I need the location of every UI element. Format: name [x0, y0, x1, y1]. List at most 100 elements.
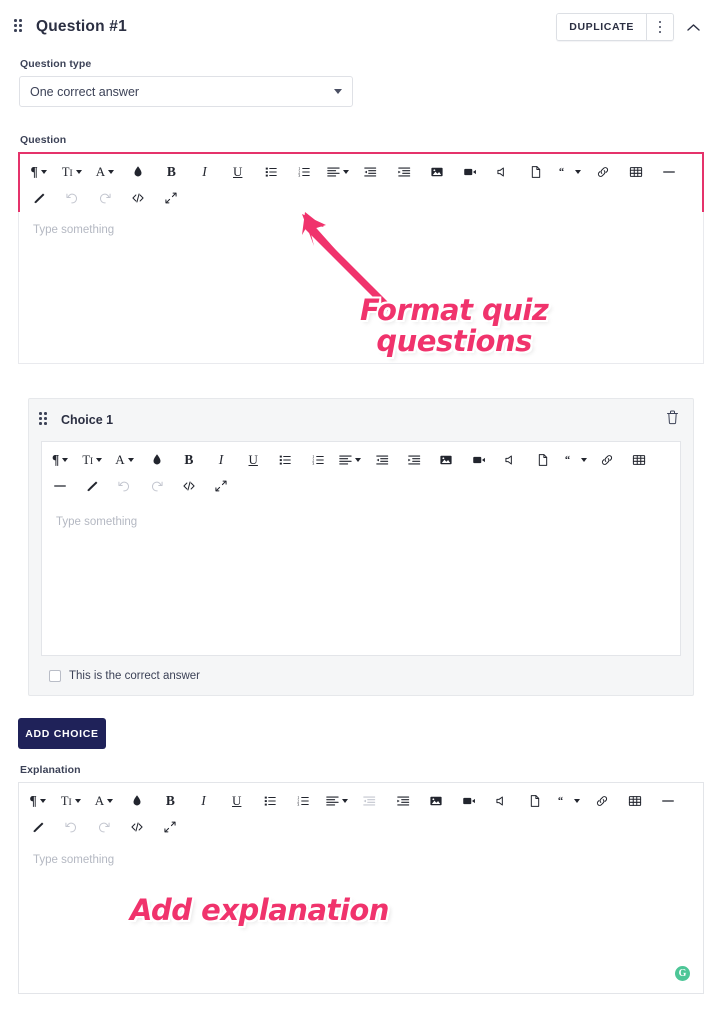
duplicate-button[interactable]: DUPLICATE [557, 14, 646, 40]
caret-icon [355, 458, 362, 462]
choice-drag-handle-icon[interactable] [39, 412, 49, 428]
insert-audio-icon[interactable] [486, 788, 519, 814]
insert-image-icon[interactable] [420, 159, 453, 185]
align-icon[interactable] [321, 159, 354, 185]
correct-answer-row: This is the correct answer [29, 656, 693, 682]
insert-audio-icon[interactable] [487, 159, 520, 185]
caret-icon [39, 799, 46, 803]
bold-icon[interactable]: B [173, 447, 205, 473]
insert-table-icon[interactable] [618, 788, 651, 814]
horizontal-rule-icon[interactable] [653, 159, 686, 185]
underline-icon[interactable]: U [220, 788, 253, 814]
undo-icon[interactable] [55, 185, 88, 211]
horizontal-rule-icon[interactable] [44, 473, 76, 499]
more-options-icon[interactable] [647, 14, 673, 40]
fullscreen-icon[interactable] [154, 814, 187, 840]
text-size-icon[interactable]: TI [76, 447, 108, 473]
choice-title: Choice 1 [61, 413, 114, 427]
insert-video-icon[interactable] [452, 788, 485, 814]
code-view-icon[interactable] [122, 185, 155, 211]
indent-icon[interactable] [398, 447, 430, 473]
text-size-icon[interactable]: TI [54, 788, 87, 814]
italic-icon[interactable]: I [187, 788, 220, 814]
blockquote-icon[interactable]: “ [559, 447, 591, 473]
insert-audio-icon[interactable] [495, 447, 527, 473]
blockquote-icon[interactable]: “ [553, 159, 586, 185]
italic-icon[interactable]: I [205, 447, 237, 473]
insert-link-icon[interactable] [586, 159, 619, 185]
insert-video-icon[interactable] [462, 447, 494, 473]
svg-text:“: “ [558, 796, 563, 807]
header-actions: DUPLICATE [556, 13, 708, 41]
bulleted-list-icon[interactable] [269, 447, 301, 473]
explanation-toolbar-container: ¶ TI A B I U 1 2 3 “ [18, 782, 704, 845]
redo-icon[interactable] [88, 185, 121, 211]
undo-icon[interactable] [54, 814, 87, 840]
highlight-color-icon[interactable] [122, 159, 155, 185]
blockquote-icon[interactable]: “ [552, 788, 585, 814]
highlight-color-icon[interactable] [121, 788, 154, 814]
align-icon[interactable] [320, 788, 353, 814]
insert-link-icon[interactable] [591, 447, 623, 473]
insert-link-icon[interactable] [585, 788, 618, 814]
code-view-icon[interactable] [173, 473, 205, 499]
underline-icon[interactable]: U [237, 447, 269, 473]
chevron-up-icon[interactable] [678, 13, 708, 41]
horizontal-rule-icon[interactable] [652, 788, 685, 814]
fullscreen-icon[interactable] [205, 473, 237, 499]
outdent-icon[interactable] [353, 788, 386, 814]
clear-formatting-icon[interactable] [22, 185, 55, 211]
highlight-color-icon[interactable] [141, 447, 173, 473]
bold-icon[interactable]: B [154, 788, 187, 814]
svg-text:“: “ [559, 167, 564, 178]
text-size-icon[interactable]: TI [55, 159, 88, 185]
font-color-icon[interactable]: A [108, 447, 140, 473]
fullscreen-icon[interactable] [155, 185, 188, 211]
outdent-icon[interactable] [354, 159, 387, 185]
insert-table-icon[interactable] [619, 159, 652, 185]
question-header: Question #1 DUPLICATE [0, 0, 722, 54]
clear-formatting-icon[interactable] [21, 814, 54, 840]
insert-file-icon[interactable] [519, 788, 552, 814]
question-type-value: One correct answer [30, 84, 140, 99]
insert-table-icon[interactable] [623, 447, 655, 473]
indent-icon[interactable] [387, 159, 420, 185]
drag-handle-icon[interactable] [14, 19, 24, 35]
grammarly-badge-icon[interactable]: G [675, 966, 690, 981]
insert-video-icon[interactable] [453, 159, 486, 185]
explanation-placeholder: Type something [33, 854, 115, 866]
bulleted-list-icon[interactable] [253, 788, 286, 814]
align-icon[interactable] [334, 447, 366, 473]
insert-file-icon[interactable] [527, 447, 559, 473]
font-color-icon[interactable]: A [87, 788, 120, 814]
insert-image-icon[interactable] [430, 447, 462, 473]
indent-icon[interactable] [386, 788, 419, 814]
italic-icon[interactable]: I [188, 159, 221, 185]
redo-icon[interactable] [87, 814, 120, 840]
numbered-list-icon[interactable]: 123 [287, 788, 320, 814]
bold-icon[interactable]: B [155, 159, 188, 185]
choice-editor[interactable]: Type something [41, 504, 681, 656]
bulleted-list-icon[interactable] [254, 159, 287, 185]
paragraph-style-icon[interactable]: ¶ [22, 159, 55, 185]
insert-image-icon[interactable] [419, 788, 452, 814]
caret-icon [40, 170, 47, 174]
delete-choice-icon[interactable] [666, 410, 679, 430]
code-view-icon[interactable] [121, 814, 154, 840]
outdent-icon[interactable] [366, 447, 398, 473]
numbered-list-icon[interactable]: 123 [302, 447, 334, 473]
add-choice-button[interactable]: ADD CHOICE [18, 718, 106, 749]
redo-icon[interactable] [141, 473, 173, 499]
numbered-list-icon[interactable]: 123 [288, 159, 321, 185]
undo-icon[interactable] [108, 473, 140, 499]
correct-answer-checkbox[interactable] [49, 670, 61, 682]
annotation-add-explanation: Add explanation [130, 893, 389, 927]
question-type-label: Question type [20, 58, 92, 70]
paragraph-style-icon[interactable]: ¶ [44, 447, 76, 473]
font-color-icon[interactable]: A [88, 159, 121, 185]
paragraph-style-icon[interactable]: ¶ [21, 788, 54, 814]
question-type-select[interactable]: One correct answer [19, 76, 353, 107]
insert-file-icon[interactable] [520, 159, 553, 185]
underline-icon[interactable]: U [221, 159, 254, 185]
clear-formatting-icon[interactable] [76, 473, 108, 499]
